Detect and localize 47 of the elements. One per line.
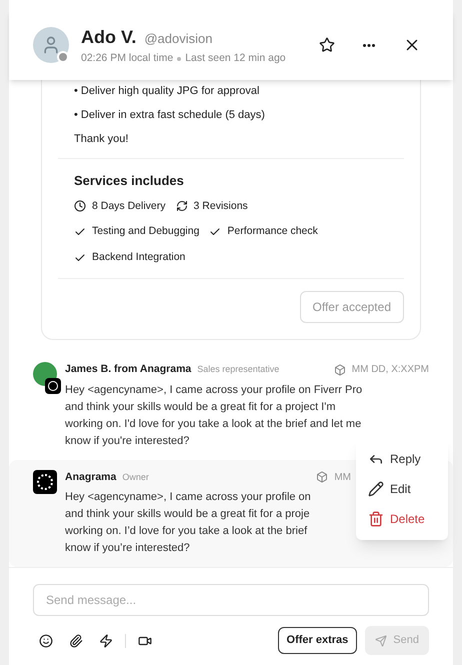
service-label: Backend Integration xyxy=(92,250,186,265)
message-time: MM xyxy=(334,470,351,485)
user-handle: @adovision xyxy=(144,30,212,48)
service-label: 8 Days Delivery xyxy=(92,198,166,214)
offer-text: • Deliver in extra fast schedule (5 days) xyxy=(74,108,266,122)
sender-name: James B. from Anagrama xyxy=(65,362,192,377)
sender-role: Owner xyxy=(122,470,149,484)
services-title: Services includes xyxy=(74,172,185,190)
paperclip-icon[interactable] xyxy=(69,634,83,648)
offer-text: • Deliver high quality JPG for approval xyxy=(74,84,260,98)
emoji-icon[interactable] xyxy=(39,634,53,648)
message-input[interactable]: Send message... xyxy=(33,584,429,616)
lightning-icon[interactable] xyxy=(99,634,113,648)
check-icon xyxy=(74,252,86,264)
offer-text: Thank you! xyxy=(74,132,130,146)
user-name: Ado V. xyxy=(81,26,136,50)
service-label: 3 Revisions xyxy=(194,198,248,214)
message-text: know if you're interested? xyxy=(65,434,190,448)
pencil-icon xyxy=(368,480,384,496)
menu-item[interactable]: Edit xyxy=(356,476,448,502)
menu-item[interactable]: Delete xyxy=(356,506,448,532)
sender-name: Anagrama xyxy=(65,470,116,484)
trash-icon xyxy=(368,510,384,526)
box-icon xyxy=(316,471,328,484)
refresh-icon xyxy=(176,200,188,212)
clock-icon xyxy=(74,200,86,212)
message-time: MM DD, X:XXPM xyxy=(352,363,429,378)
last-seen: Last seen 12 min ago xyxy=(185,51,286,66)
offer-extras-button[interactable]: Offer extras xyxy=(278,627,358,654)
more-icon xyxy=(363,44,375,46)
send-icon xyxy=(375,634,388,646)
message-text: working on. I’d love for you take a look at the brief xyxy=(65,524,308,540)
message-text: Hey <agencyname>, I came across your profile on Fiverr Pro xyxy=(65,382,362,398)
box-icon xyxy=(334,364,346,376)
star-icon xyxy=(319,37,335,53)
local-time: 02:26 PM local time xyxy=(81,51,174,66)
logo-badge xyxy=(45,378,61,394)
message-text: and think your skills would be a great fit for a project I'm xyxy=(65,400,336,414)
message-text: and think your skills would be a great fit for a proje xyxy=(65,507,310,522)
menu-item[interactable]: Reply xyxy=(356,446,448,472)
logo-avatar xyxy=(33,470,57,494)
message-text: know if you’re interested? xyxy=(65,541,190,556)
message-text: Hey <agencyname>, I came across your profile on xyxy=(65,490,311,506)
message-text: working on. I'd love for you take a look at the brief and let me xyxy=(65,416,362,432)
service-label: Testing and Debugging xyxy=(92,224,200,240)
service-label: Performance check xyxy=(227,224,318,240)
sender-role: Sales representative xyxy=(197,362,280,376)
